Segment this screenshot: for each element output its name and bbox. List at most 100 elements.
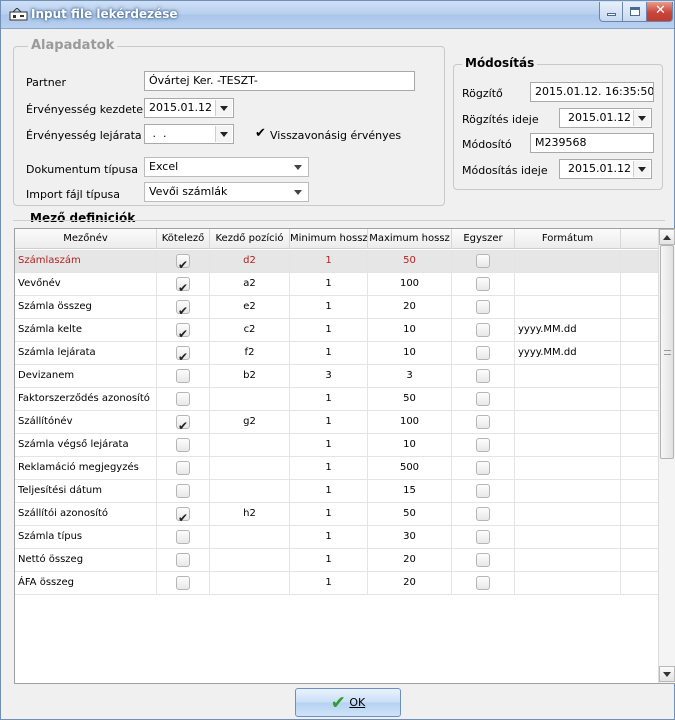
table-row[interactable]: Szállítói azonosító ✔ h2 1 50 xyxy=(15,503,658,526)
cell-formatum[interactable]: yyyy.MM.dd xyxy=(515,319,621,342)
minimize-button[interactable] xyxy=(599,2,623,22)
table-row[interactable]: Számla lejárata ✔ f2 1 10 yyyy.MM.dd xyxy=(15,342,658,365)
cell-maximum-hossz[interactable]: 10 xyxy=(368,342,452,365)
kotelezo-checkbox[interactable]: ✔ xyxy=(176,300,190,318)
cell-maximum-hossz[interactable]: 10 xyxy=(368,434,452,457)
cell-mezonev[interactable]: Számla lejárata xyxy=(15,342,157,365)
cell-minimum-hossz[interactable]: 1 xyxy=(290,457,368,480)
table-row[interactable]: Számlaszám ✔ d2 1 50 xyxy=(15,250,658,273)
cell-minimum-hossz[interactable]: 1 xyxy=(290,434,368,457)
cell-kezdo-pozicio[interactable]: g2 xyxy=(210,411,290,434)
cell-formatum[interactable] xyxy=(515,480,621,503)
cell-kezdo-pozicio[interactable] xyxy=(210,388,290,411)
cell-maximum-hossz[interactable]: 20 xyxy=(368,549,452,572)
table-row[interactable]: Vevőnév ✔ a2 1 100 xyxy=(15,273,658,296)
kotelezo-checkbox[interactable] xyxy=(176,576,190,590)
cell-kezdo-pozicio[interactable] xyxy=(210,434,290,457)
cell-maximum-hossz[interactable]: 50 xyxy=(368,388,452,411)
cell-kezdo-pozicio[interactable]: e2 xyxy=(210,296,290,319)
table-row[interactable]: Számla típus 1 30 xyxy=(15,526,658,549)
cell-kotelezo[interactable] xyxy=(157,480,210,503)
kotelezo-checkbox[interactable]: ✔ xyxy=(176,415,190,433)
cell-mezonev[interactable]: Számla összeg xyxy=(15,296,157,319)
modositas-ideje-date[interactable]: 2015.01.12 xyxy=(559,159,652,179)
kotelezo-checkbox[interactable]: ✔ xyxy=(176,346,190,364)
cell-mezonev[interactable]: Faktorszerződés azonosító xyxy=(15,388,157,411)
cell-minimum-hossz[interactable]: 1 xyxy=(290,319,368,342)
cell-kotelezo[interactable] xyxy=(157,572,210,595)
cell-kezdo-pozicio[interactable]: b2 xyxy=(210,365,290,388)
chevron-down-icon[interactable] xyxy=(633,161,650,177)
cell-minimum-hossz[interactable]: 1 xyxy=(290,296,368,319)
cell-egyszer[interactable] xyxy=(452,365,515,388)
cell-formatum[interactable] xyxy=(515,457,621,480)
cell-mezonev[interactable]: Teljesítési dátum xyxy=(15,480,157,503)
cell-formatum[interactable] xyxy=(515,273,621,296)
column-header[interactable]: Kötelező xyxy=(157,229,210,249)
kotelezo-checkbox[interactable] xyxy=(176,461,190,475)
cell-egyszer[interactable] xyxy=(452,250,515,273)
cell-kezdo-pozicio[interactable]: c2 xyxy=(210,319,290,342)
egyszer-checkbox[interactable] xyxy=(476,346,490,360)
cell-egyszer[interactable] xyxy=(452,503,515,526)
egyszer-checkbox[interactable] xyxy=(476,576,490,590)
cell-maximum-hossz[interactable]: 3 xyxy=(368,365,452,388)
egyszer-checkbox[interactable] xyxy=(476,484,490,498)
table-row[interactable]: Számla összeg ✔ e2 1 20 xyxy=(15,296,658,319)
cell-minimum-hossz[interactable]: 1 xyxy=(290,411,368,434)
cell-egyszer[interactable] xyxy=(452,273,515,296)
cell-minimum-hossz[interactable]: 1 xyxy=(290,480,368,503)
cell-kotelezo[interactable]: ✔ xyxy=(157,411,210,434)
import-fajl-tipusa-select[interactable]: Vevői számlák xyxy=(144,182,309,202)
cell-kezdo-pozicio[interactable] xyxy=(210,526,290,549)
egyszer-checkbox[interactable] xyxy=(476,438,490,452)
kotelezo-checkbox[interactable]: ✔ xyxy=(176,254,190,272)
cell-formatum[interactable] xyxy=(515,572,621,595)
chevron-down-icon[interactable] xyxy=(215,100,232,116)
egyszer-checkbox[interactable] xyxy=(476,392,490,406)
cell-kezdo-pozicio[interactable] xyxy=(210,480,290,503)
cell-kotelezo[interactable] xyxy=(157,526,210,549)
kotelezo-checkbox[interactable]: ✔ xyxy=(176,277,190,295)
cell-kezdo-pozicio[interactable] xyxy=(210,572,290,595)
ervenyesseg-kezdete-date[interactable]: 2015.01.12 xyxy=(144,98,234,118)
cell-mezonev[interactable]: ÁFA összeg xyxy=(15,572,157,595)
cell-egyszer[interactable] xyxy=(452,319,515,342)
cell-maximum-hossz[interactable]: 20 xyxy=(368,572,452,595)
dokumentum-tipusa-select[interactable]: Excel xyxy=(144,157,309,177)
cell-maximum-hossz[interactable]: 500 xyxy=(368,457,452,480)
egyszer-checkbox[interactable] xyxy=(476,530,490,544)
egyszer-checkbox[interactable] xyxy=(476,553,490,567)
egyszer-checkbox[interactable] xyxy=(476,300,490,314)
cell-kotelezo[interactable]: ✔ xyxy=(157,250,210,273)
cell-kezdo-pozicio[interactable]: d2 xyxy=(210,250,290,273)
egyszer-checkbox[interactable] xyxy=(476,254,490,268)
table-row[interactable]: Faktorszerződés azonosító 1 50 xyxy=(15,388,658,411)
field-definitions-grid[interactable]: Mezőnév Kötelező Kezdő pozíció Minimum hoss… xyxy=(14,228,675,684)
cell-kotelezo[interactable]: ✔ xyxy=(157,319,210,342)
close-button[interactable]: ✕ xyxy=(647,2,673,22)
cell-mezonev[interactable]: Szállítói azonosító xyxy=(15,503,157,526)
egyszer-checkbox[interactable] xyxy=(476,277,490,291)
table-row[interactable]: Számla kelte ✔ c2 1 10 yyyy.MM.dd xyxy=(15,319,658,342)
column-header[interactable]: Mezőnév xyxy=(15,229,157,249)
egyszer-checkbox[interactable] xyxy=(476,323,490,337)
table-row[interactable]: Devizanem b2 3 3 xyxy=(15,365,658,388)
cell-kezdo-pozicio[interactable]: f2 xyxy=(210,342,290,365)
cell-egyszer[interactable] xyxy=(452,296,515,319)
cell-mezonev[interactable]: Szállítónév xyxy=(15,411,157,434)
cell-egyszer[interactable] xyxy=(452,572,515,595)
ok-button[interactable]: ✔ OK xyxy=(295,688,401,717)
cell-mezonev[interactable]: Számla végső lejárata xyxy=(15,434,157,457)
cell-mezonev[interactable]: Nettó összeg xyxy=(15,549,157,572)
table-row[interactable]: Szállítónév ✔ g2 1 100 xyxy=(15,411,658,434)
cell-maximum-hossz[interactable]: 100 xyxy=(368,411,452,434)
modosito-field[interactable]: M239568 xyxy=(530,133,654,153)
kotelezo-checkbox[interactable] xyxy=(176,438,190,452)
cell-formatum[interactable] xyxy=(515,503,621,526)
chevron-down-icon[interactable] xyxy=(633,110,650,126)
table-row[interactable]: Teljesítési dátum 1 15 xyxy=(15,480,658,503)
kotelezo-checkbox[interactable] xyxy=(176,553,190,567)
scroll-down-button[interactable] xyxy=(659,666,675,682)
cell-formatum[interactable] xyxy=(515,365,621,388)
